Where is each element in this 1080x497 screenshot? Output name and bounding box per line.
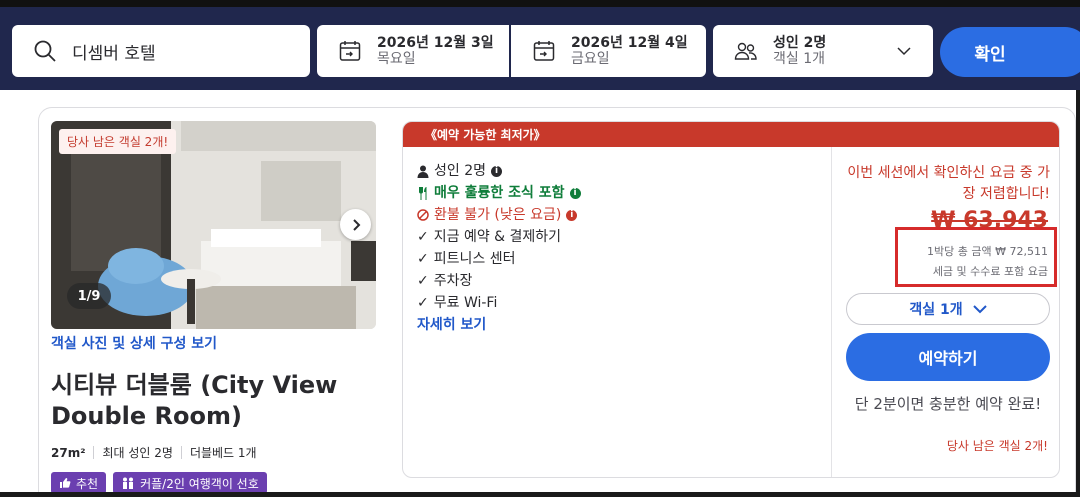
- rooms-count: 객실 1개: [773, 51, 825, 67]
- tag-recommended: 추천: [51, 472, 107, 494]
- couple-icon: [123, 477, 134, 489]
- book-button[interactable]: 예약하기: [846, 333, 1050, 381]
- calendar-checkin-icon: [333, 39, 367, 63]
- info-icon: i: [566, 209, 578, 221]
- room-size: 27m²: [51, 445, 86, 460]
- checkout-day: 금요일: [571, 51, 610, 67]
- room-bed: 더블베드 1개: [189, 446, 257, 460]
- window-edge-bottom: [0, 492, 1080, 497]
- guests-count: 성인 2명: [773, 34, 827, 51]
- photo-counter: 1/9: [67, 283, 111, 309]
- person-icon: [417, 165, 429, 178]
- checkin-date: 2026년 12월 3일: [377, 34, 494, 51]
- info-icon: i: [491, 165, 502, 177]
- search-icon: [28, 39, 62, 63]
- tag-couples: 커플/2인 여행객이 선호: [113, 472, 267, 494]
- offer-banner: 《예약 가능한 최저가》: [403, 122, 1059, 147]
- check-icon: ✓: [417, 229, 429, 245]
- feature-fitness: ✓ 피트니스 센터: [417, 248, 581, 270]
- rooms-left-badge: 당사 남은 객실 2개!: [59, 129, 177, 154]
- tax-note: 세금 및 수수료 포함 요금: [932, 265, 1048, 278]
- room-specs: 27m² 최대 성인 2명 더블베드 1개: [51, 444, 257, 461]
- room-photos-link[interactable]: 객실 사진 및 상세 구성 보기: [51, 333, 217, 353]
- quick-booking-message: 단 2분이면 충분한 예약 완료!: [854, 395, 1042, 413]
- confirm-button[interactable]: 확인: [940, 27, 1080, 77]
- cheapest-message: 이번 세션에서 확인하신 요금 중 가장 저렴합니다!: [847, 165, 1050, 202]
- next-photo-button[interactable]: [340, 209, 371, 240]
- check-icon: ✓: [417, 295, 429, 311]
- checkout-date: 2026년 12월 4일: [571, 34, 688, 51]
- window-edge: [1076, 90, 1080, 497]
- per-night-price: 1박당 총 금액 ₩ 72,511: [927, 245, 1048, 258]
- room-title: 시티뷰 더블룸 (City View Double Room): [51, 371, 338, 430]
- feature-guests: 성인 2명 i: [417, 160, 581, 182]
- check-icon: ✓: [417, 251, 429, 267]
- feature-breakfast: 매우 훌륭한 조식 포함 i: [417, 182, 581, 204]
- people-icon: [729, 39, 763, 63]
- rooms-select[interactable]: 객실 1개: [846, 293, 1050, 325]
- checkout-field[interactable]: 2026년 12월 4일 금요일: [511, 25, 706, 77]
- calendar-checkout-icon: [527, 39, 561, 63]
- thumbs-up-icon: [60, 478, 71, 488]
- guests-field[interactable]: 성인 2명 객실 1개: [713, 25, 933, 77]
- feature-parking: ✓ 주차장: [417, 270, 581, 292]
- checkin-field[interactable]: 2026년 12월 3일 목요일: [317, 25, 509, 77]
- more-details-link[interactable]: 자세히 보기: [417, 314, 581, 336]
- destination-input[interactable]: 디셈버 호텔: [72, 39, 156, 64]
- destination-field[interactable]: 디셈버 호텔: [12, 25, 310, 77]
- chevron-down-icon[interactable]: [897, 43, 911, 62]
- room-tags: 추천 커플/2인 여행객이 선호: [51, 472, 267, 494]
- chevron-right-icon: [352, 218, 360, 231]
- search-bar: 디셈버 호텔 2026년 12월 3일 목요일 2026년 12월 4일 금요일…: [0, 0, 1080, 90]
- room-max-guests: 최대 성인 2명: [102, 446, 173, 460]
- chevron-down-icon: [972, 305, 987, 314]
- checkin-day: 목요일: [377, 51, 416, 67]
- feature-refund: 환불 불가 (낮은 요금) i: [417, 204, 581, 226]
- info-icon: i: [569, 187, 581, 199]
- feature-wifi: ✓ 무료 Wi-Fi: [417, 292, 581, 314]
- fork-knife-icon: [419, 186, 427, 200]
- offer-features: 성인 2명 i 매우 훌륭한 조식 포함 i 환불 불가 (낮은 요금) i ✓…: [417, 160, 581, 336]
- feature-pay-now: ✓ 지금 예약 & 결제하기: [417, 226, 581, 248]
- no-refund-icon: [417, 209, 429, 221]
- rooms-left-message: 당사 남은 객실 2개!: [946, 439, 1048, 453]
- price-column: 이번 세션에서 확인하신 요금 중 가장 저렴합니다! ₩ 63,943 1박당…: [832, 147, 1059, 477]
- check-icon: ✓: [417, 273, 429, 289]
- offer-box: 《예약 가능한 최저가》 성인 2명 i 매우 훌륭한 조식 포함 i 환불 불…: [402, 121, 1060, 478]
